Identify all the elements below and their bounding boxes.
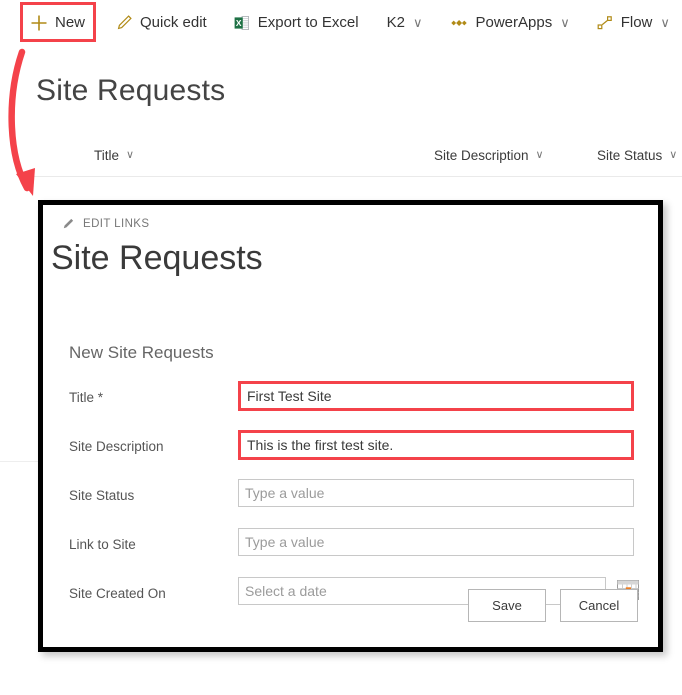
column-header-divider <box>28 176 682 177</box>
site-status-field-label: Site Status <box>69 488 219 503</box>
flow-menu[interactable]: Flow ∨ <box>588 4 678 42</box>
chevron-down-icon: ∨ <box>660 16 670 29</box>
new-button[interactable]: New <box>22 4 93 42</box>
site-description-field-label: Site Description <box>69 439 219 454</box>
pencil-icon <box>61 217 75 231</box>
cancel-button[interactable]: Cancel <box>560 589 638 622</box>
list-column-headers: Title ∨ Site Description ∨ Site Status ∨ <box>0 143 682 176</box>
dialog-footer-buttons: Save Cancel <box>468 589 638 622</box>
k2-menu[interactable]: K2 ∨ <box>379 4 431 42</box>
column-header-site-description[interactable]: Site Description ∨ <box>434 148 544 163</box>
column-header-site-description-label: Site Description <box>434 148 529 163</box>
flow-icon <box>596 14 614 32</box>
site-description-field[interactable] <box>238 430 634 460</box>
title-field[interactable] <box>238 381 634 411</box>
annotation-arrow-icon <box>0 44 90 209</box>
form-row-title: Title * <box>69 381 639 418</box>
link-to-site-field-label: Link to Site <box>69 537 219 552</box>
powerapps-menu[interactable]: PowerApps ∨ <box>442 4 577 42</box>
quick-edit-button[interactable]: Quick edit <box>107 4 215 42</box>
form-row-site-status: Site Status <box>69 479 639 516</box>
save-button[interactable]: Save <box>468 589 546 622</box>
export-to-excel-label: Export to Excel <box>258 14 359 31</box>
chevron-down-icon: ∨ <box>536 150 544 161</box>
column-header-title[interactable]: Title ∨ <box>94 148 134 163</box>
export-to-excel-button[interactable]: X Export to Excel <box>225 4 367 42</box>
page-title: Site Requests <box>36 74 225 108</box>
plus-icon <box>30 14 48 32</box>
quick-edit-label: Quick edit <box>140 14 207 31</box>
chevron-down-icon: ∨ <box>126 150 134 161</box>
command-bar: New Quick edit X Export to Excel <box>0 0 682 45</box>
pencil-icon <box>115 14 133 32</box>
dialog-title: Site Requests <box>51 239 263 278</box>
flow-label: Flow <box>621 14 653 31</box>
excel-icon: X <box>233 14 251 32</box>
list-row-divider <box>0 461 40 462</box>
edit-links-label: EDIT LINKS <box>83 218 149 230</box>
k2-label: K2 <box>387 14 405 31</box>
new-item-dialog: EDIT LINKS Site Requests New Site Reques… <box>38 200 663 652</box>
powerapps-icon <box>450 14 468 32</box>
new-button-label: New <box>55 14 85 31</box>
site-created-on-field-label: Site Created On <box>69 586 219 601</box>
form-heading: New Site Requests <box>69 343 214 363</box>
edit-links-button[interactable]: EDIT LINKS <box>61 217 149 231</box>
column-header-title-label: Title <box>94 148 119 163</box>
powerapps-label: PowerApps <box>475 14 552 31</box>
site-status-field[interactable] <box>238 479 634 507</box>
chevron-down-icon: ∨ <box>560 16 570 29</box>
form-row-site-description: Site Description <box>69 430 639 467</box>
column-header-site-status-label: Site Status <box>597 148 662 163</box>
chevron-down-icon: ∨ <box>669 150 677 161</box>
form-row-link-to-site: Link to Site <box>69 528 639 565</box>
link-to-site-field[interactable] <box>238 528 634 556</box>
column-header-site-status[interactable]: Site Status ∨ <box>597 148 677 163</box>
chevron-down-icon: ∨ <box>413 16 423 29</box>
svg-text:X: X <box>236 18 242 28</box>
title-field-label: Title * <box>69 390 219 405</box>
